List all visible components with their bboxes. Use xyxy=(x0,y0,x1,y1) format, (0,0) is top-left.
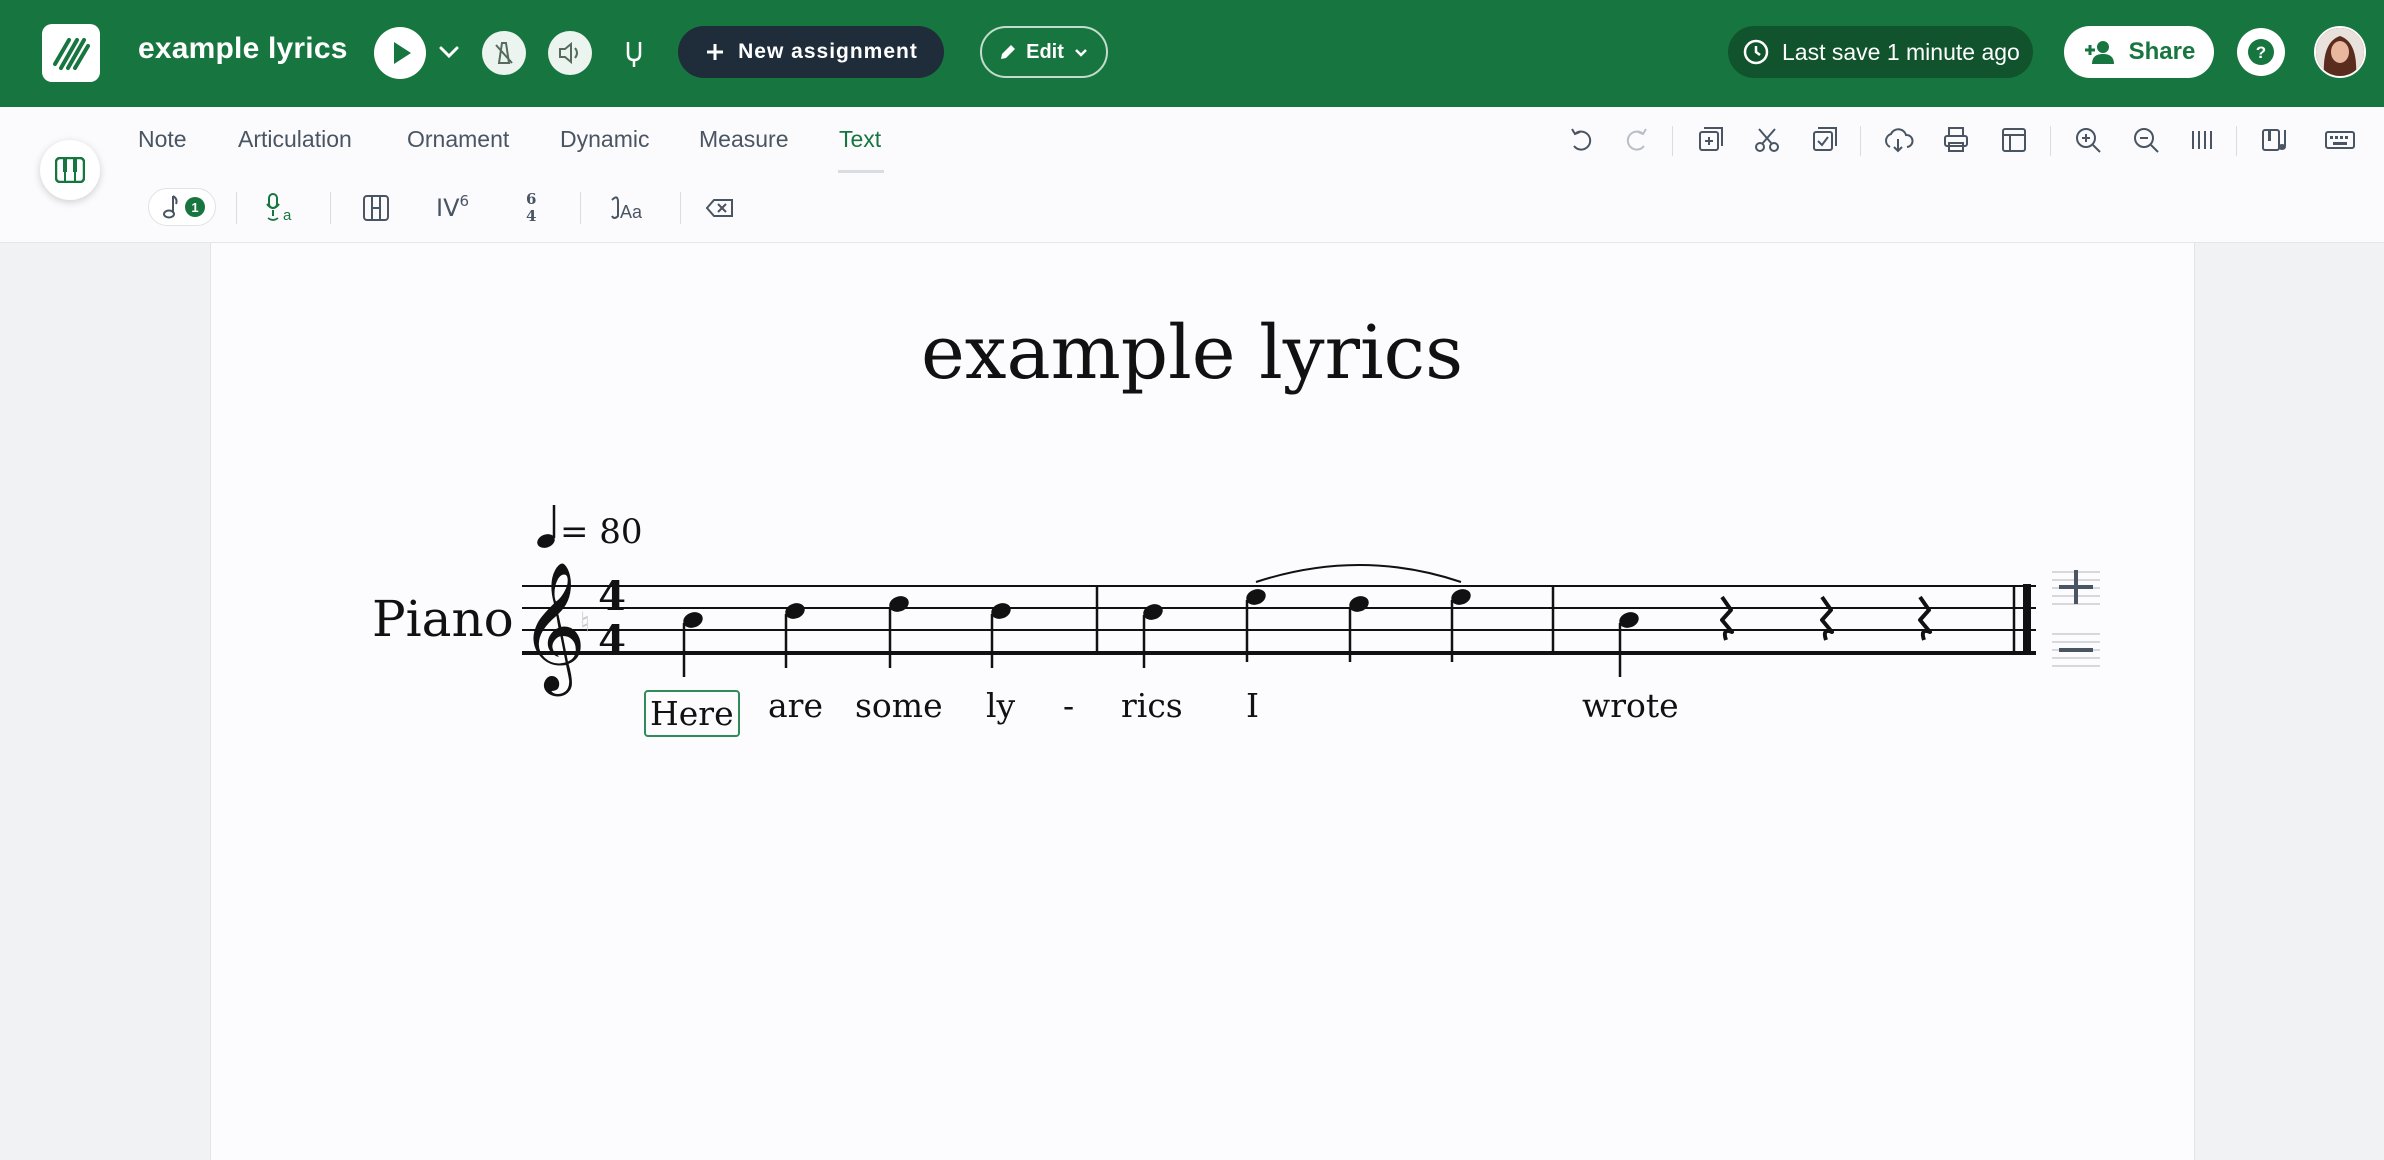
remove-measure-control[interactable] xyxy=(2052,633,2100,667)
lyric-syllable[interactable]: ly xyxy=(986,686,1015,725)
time-signature-top: 4 xyxy=(598,573,626,620)
quarter-rest-icon[interactable] xyxy=(1720,595,1734,641)
add-measure-control[interactable] xyxy=(2052,570,2100,605)
note[interactable] xyxy=(783,601,807,668)
staff-lines xyxy=(522,585,2036,655)
time-signature-bottom: 4 xyxy=(598,617,626,664)
tempo-note-icon xyxy=(537,505,556,548)
quarter-rest-icon[interactable] xyxy=(1918,595,1932,641)
tempo-marking[interactable]: = 80 xyxy=(560,512,643,552)
note[interactable] xyxy=(989,601,1013,668)
note[interactable] xyxy=(1244,587,1268,662)
lyric-syllable[interactable]: rics xyxy=(1121,686,1183,725)
slur[interactable] xyxy=(1255,564,1462,583)
lyric-syllable[interactable]: wrote xyxy=(1582,686,1679,725)
lyric-syllable[interactable]: are xyxy=(768,686,823,725)
lyric-syllable-selected[interactable]: Here xyxy=(644,690,740,737)
quarter-rest-icon[interactable] xyxy=(1820,595,1834,641)
note[interactable] xyxy=(681,610,705,677)
key-signature-placeholder-icon: ♮ xyxy=(580,606,590,639)
lyric-syllable[interactable]: I xyxy=(1246,686,1259,725)
instrument-name[interactable]: Piano xyxy=(372,590,514,648)
note[interactable] xyxy=(1617,610,1641,677)
treble-clef-icon: 𝄞 xyxy=(520,561,586,697)
note[interactable] xyxy=(1141,602,1165,668)
note[interactable] xyxy=(1449,587,1473,662)
lyric-syllable[interactable]: some xyxy=(855,686,943,725)
lyric-hyphen[interactable]: - xyxy=(1063,686,1074,725)
music-staff[interactable]: 𝄞 ♮ 4 4 xyxy=(0,0,2384,1160)
